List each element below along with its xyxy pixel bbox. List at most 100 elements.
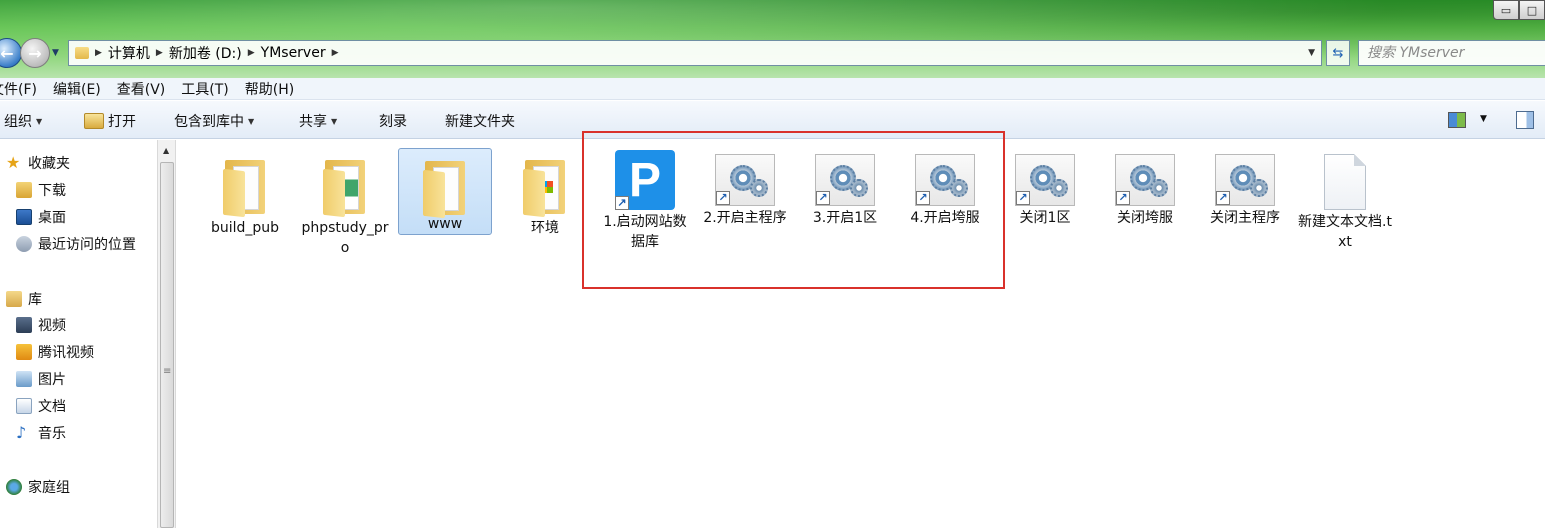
shortcut-arrow-icon: ↗ (816, 191, 830, 205)
new-folder-button[interactable]: 新建文件夹 (445, 111, 515, 131)
file-item[interactable]: P ↗ 1.启动网站数据库 (598, 140, 692, 252)
shortcut-arrow-icon: ↗ (916, 191, 930, 205)
minimize-button[interactable]: ▭ (1493, 0, 1519, 20)
chevron-right-icon[interactable]: ▶ (156, 48, 163, 58)
gear-icon: ↗ (915, 154, 975, 206)
refresh-button[interactable]: ⇆ (1326, 40, 1350, 66)
address-dropdown-icon[interactable]: ▼ (1308, 48, 1315, 58)
file-item[interactable]: 新建文本文档.txt (1298, 140, 1392, 252)
burn-button[interactable]: 刻录 (379, 111, 407, 131)
chevron-right-icon[interactable]: ▶ (332, 48, 339, 58)
maximize-button[interactable]: □ (1519, 0, 1545, 20)
menu-file[interactable]: 文件(F) (0, 79, 37, 99)
file-name: 关闭垮服 (1117, 210, 1173, 226)
file-item[interactable]: 环境 (498, 148, 592, 238)
share-button[interactable]: 共享 ▼ (299, 111, 337, 131)
file-name: 4.开启垮服 (910, 210, 980, 226)
search-input[interactable] (1367, 45, 1537, 61)
gear-icon: ↗ (815, 154, 875, 206)
file-item-selected[interactable]: www (398, 148, 492, 235)
recent-places-icon (16, 236, 32, 252)
file-item[interactable]: ↗ 4.开启垮服 (898, 140, 992, 228)
preview-pane-icon[interactable] (1516, 111, 1534, 129)
nav-homegroup[interactable]: 家庭组 (6, 477, 70, 497)
address-bar[interactable]: ▶ 计算机 ▶ 新加卷 (D:) ▶ YMserver ▶ ▼ (68, 40, 1322, 66)
file-item[interactable]: ↗ 关闭主程序 (1198, 140, 1292, 228)
include-library-button[interactable]: 包含到库中 ▼ (174, 111, 254, 131)
file-list: build_pub phpstudy_pro www 环境 P ↗ 1.启动网站… (177, 140, 1545, 528)
file-item[interactable]: ↗ 2.开启主程序 (698, 140, 792, 228)
nav-downloads[interactable]: 下载 (16, 180, 66, 200)
menu-view[interactable]: 查看(V) (117, 79, 166, 99)
gear-icon: ↗ (1015, 154, 1075, 206)
nav-desktop[interactable]: 桌面 (16, 207, 66, 227)
scroll-up-icon[interactable]: ▲ (163, 146, 169, 155)
window-controls: ▭ □ (1493, 0, 1545, 22)
change-view-icon[interactable] (1448, 112, 1466, 128)
breadcrumb-drive-d[interactable]: 新加卷 (D:) (169, 43, 242, 63)
file-name: www (427, 216, 463, 232)
nav-documents[interactable]: 文档 (16, 396, 66, 416)
nav-label: 收藏夹 (28, 156, 70, 172)
forward-button[interactable]: → (20, 38, 50, 68)
title-bar (0, 0, 1545, 78)
nav-label: 家庭组 (28, 480, 70, 496)
nav-tencent-video[interactable]: 腾讯视频 (16, 342, 94, 362)
organize-button[interactable]: 组织 ▼ (4, 111, 42, 131)
menu-help[interactable]: 帮助(H) (245, 79, 294, 99)
file-item[interactable]: build_pub (198, 148, 292, 238)
folder-icon (217, 156, 273, 218)
folder-icon (517, 156, 573, 218)
music-icon: ♪ (16, 423, 27, 442)
nav-pictures[interactable]: 图片 (16, 369, 66, 389)
file-name: 新建文本文档.txt (1298, 214, 1392, 250)
nav-music[interactable]: ♪ 音乐 (16, 423, 66, 443)
file-item[interactable]: ↗ 关闭垮服 (1098, 140, 1192, 228)
chevron-right-icon[interactable]: ▶ (95, 48, 102, 58)
open-button[interactable]: 打开 (84, 111, 136, 131)
phpstudy-p-icon: P ↗ (615, 150, 675, 210)
caret-down-icon: ▼ (36, 116, 43, 126)
shortcut-arrow-icon: ↗ (1016, 191, 1030, 205)
nav-favorites[interactable]: ★ 收藏夹 (6, 153, 70, 173)
file-item[interactable]: phpstudy_pro (298, 148, 392, 258)
file-name: 环境 (531, 220, 559, 236)
open-icon (84, 113, 104, 129)
search-box[interactable] (1358, 40, 1545, 66)
view-dropdown-icon[interactable]: ▼ (1480, 114, 1487, 124)
breadcrumb-ymserver[interactable]: YMserver (261, 45, 326, 61)
shortcut-arrow-icon: ↗ (615, 196, 629, 210)
chevron-right-icon[interactable]: ▶ (248, 48, 255, 58)
nav-label: 最近访问的位置 (38, 237, 136, 253)
file-item[interactable]: ↗ 3.开启1区 (798, 140, 892, 228)
file-name: 1.启动网站数据库 (603, 214, 687, 250)
file-name: 关闭1区 (1019, 210, 1071, 226)
breadcrumb-computer[interactable]: 计算机 (108, 43, 150, 63)
menu-edit[interactable]: 编辑(E) (53, 79, 101, 99)
scroll-thumb[interactable] (160, 162, 174, 528)
nav-recent[interactable]: 最近访问的位置 (16, 234, 136, 254)
menu-bar: 文件(F) 编辑(E) 查看(V) 工具(T) 帮助(H) (0, 78, 1545, 100)
folder-icon (75, 47, 89, 59)
folder-icon (16, 344, 32, 360)
nav-libraries[interactable]: 库 (6, 289, 42, 309)
menu-tools[interactable]: 工具(T) (181, 79, 228, 99)
nav-label: 图片 (38, 372, 66, 388)
navigation-pane: ★ 收藏夹 下载 桌面 最近访问的位置 库 视频 腾讯视频 图片 文档 ♪ 音乐… (0, 140, 157, 528)
nav-videos[interactable]: 视频 (16, 315, 66, 335)
new-folder-label: 新建文件夹 (445, 114, 515, 130)
nav-scrollbar[interactable]: ▲ ≡ (157, 140, 176, 528)
history-dropdown-icon[interactable]: ▼ (52, 48, 59, 58)
caret-down-icon: ▼ (248, 116, 255, 126)
command-bar: 组织 ▼ 打开 包含到库中 ▼ 共享 ▼ 刻录 新建文件夹 ▼ (0, 101, 1545, 139)
libraries-icon (6, 291, 22, 307)
folder-icon (317, 156, 373, 218)
nav-label: 桌面 (38, 210, 66, 226)
file-name: 2.开启主程序 (703, 210, 787, 226)
include-library-label: 包含到库中 (174, 114, 244, 130)
folder-icon (417, 157, 473, 219)
gear-icon: ↗ (1115, 154, 1175, 206)
scroll-grip-icon: ≡ (163, 366, 172, 377)
file-name: 关闭主程序 (1210, 210, 1280, 226)
file-item[interactable]: ↗ 关闭1区 (998, 140, 1092, 228)
